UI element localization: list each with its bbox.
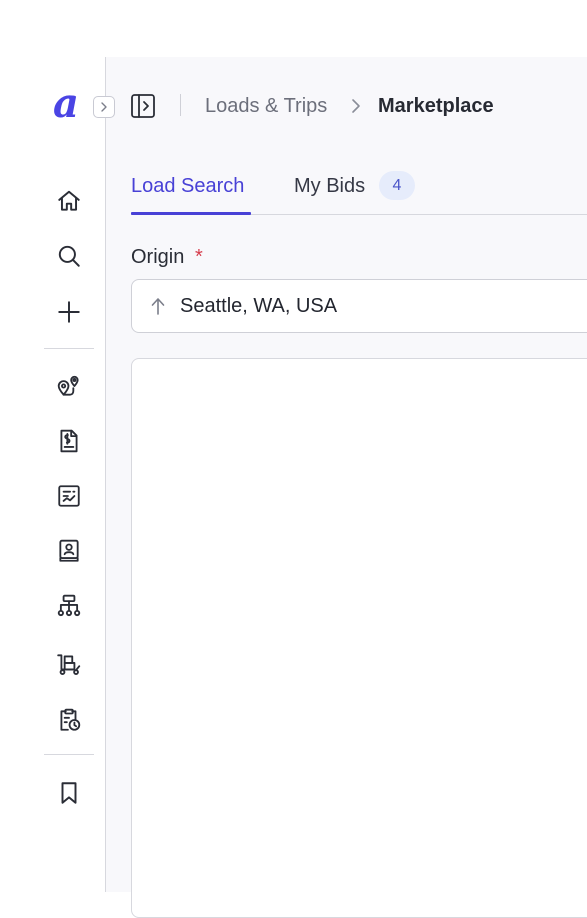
sidebar [31,57,106,892]
sidebar-panel-icon [131,94,155,118]
clipboard-clock-icon [60,708,81,731]
org-hierarchy-icon [57,594,81,617]
breadcrumb-current: Marketplace [378,95,494,117]
nav-routes[interactable] [55,372,83,400]
header-divider [180,94,181,116]
report-icon [58,485,80,507]
nav-shipments[interactable] [55,650,83,678]
origin-label: Origin [131,246,185,268]
sidebar-divider [44,348,94,349]
nav-home[interactable] [55,187,83,215]
bids-count-badge: 4 [379,171,415,200]
required-asterisk: * [195,246,203,268]
chevron-right-icon [352,99,360,113]
nav-schedule[interactable] [55,706,83,734]
home-icon [58,190,80,211]
plus-icon [58,301,80,323]
nav-search[interactable] [55,242,83,270]
sidebar-divider [44,754,94,755]
sidebar-expand-button[interactable] [93,96,115,118]
route-pins-icon [57,375,79,396]
breadcrumb-separator [349,96,363,116]
truck-dolly-icon [57,654,81,675]
arrow-up-icon [149,295,167,317]
active-tab-indicator [131,212,251,215]
nav-invoices[interactable] [55,427,83,455]
invoice-dollar-icon [60,429,78,453]
app-logo[interactable]: a [53,84,83,124]
contact-book-icon [59,539,79,562]
tab-my-bids[interactable]: My Bids [294,173,365,199]
search-icon [58,245,80,267]
nav-reports[interactable] [55,482,83,510]
nav-create[interactable] [55,298,83,326]
nav-contacts[interactable] [55,537,83,565]
chevron-right-icon [101,102,107,112]
map-panel[interactable] [131,358,587,918]
panel-toggle-button[interactable] [129,92,157,120]
nav-saved[interactable] [55,779,83,807]
breadcrumb-parent[interactable]: Loads & Trips [205,94,327,118]
origin-value[interactable]: Seattle, WA, USA [180,294,337,318]
tab-load-search[interactable]: Load Search [131,173,244,199]
nav-hierarchy[interactable] [55,592,83,620]
bookmark-icon [61,782,77,804]
